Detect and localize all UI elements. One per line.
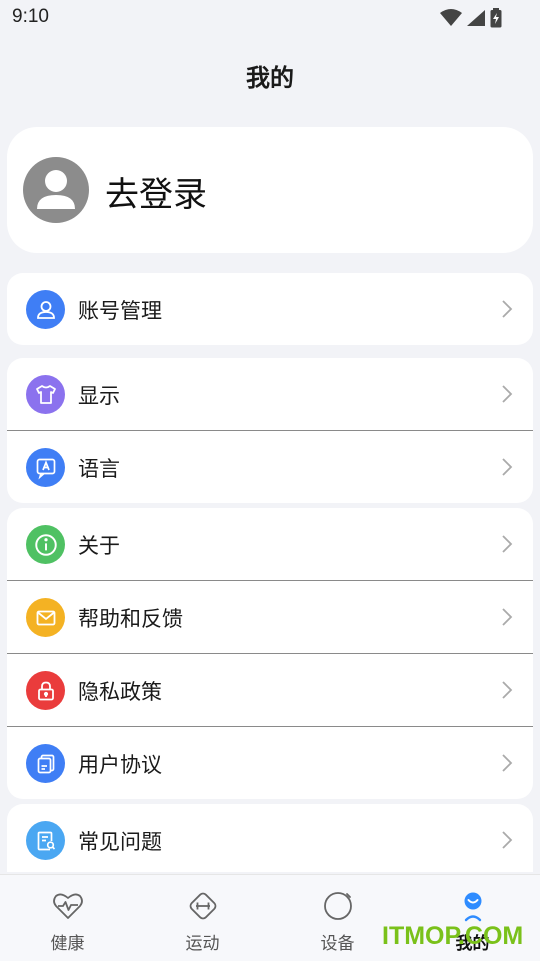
settings-group-faq: 常见问题 — [7, 804, 533, 872]
default-avatar-icon — [37, 170, 75, 209]
watermark-text: ITMOP.COM — [382, 922, 524, 950]
menu-item-display[interactable]: 显示 — [7, 358, 533, 430]
chevron-right-icon — [502, 681, 513, 699]
page-title: 我的 — [246, 64, 294, 92]
menu-item-privacy-policy[interactable]: 隐私政策 — [7, 653, 533, 726]
menu-item-about[interactable]: 关于 — [7, 508, 533, 580]
status-bar: 9:10 — [0, 0, 540, 36]
menu-item-label: 账号管理 — [78, 299, 162, 323]
chevron-right-icon — [502, 535, 513, 553]
menu-item-label: 语言 — [78, 457, 120, 481]
dumbbell-icon — [189, 892, 216, 920]
heart-icon — [52, 893, 83, 919]
document-icon — [26, 744, 65, 783]
chevron-right-icon — [502, 385, 513, 403]
mail-icon — [26, 598, 65, 637]
signal-icon — [467, 10, 485, 26]
menu-item-label: 隐私政策 — [78, 680, 162, 704]
menu-item-label: 显示 — [78, 384, 120, 408]
faq-icon — [26, 821, 65, 860]
tab-exercise[interactable]: 运动 — [135, 875, 270, 961]
settings-group-display: 显示 语言 — [7, 358, 533, 503]
person-icon — [26, 290, 65, 329]
login-card[interactable]: 去登录 — [7, 127, 533, 253]
status-icons — [440, 8, 502, 28]
tab-health[interactable]: 健康 — [0, 875, 135, 961]
menu-item-label: 帮助和反馈 — [78, 607, 183, 631]
chevron-right-icon — [502, 300, 513, 318]
status-time: 9:10 — [12, 6, 49, 27]
menu-item-label: 常见问题 — [78, 830, 162, 854]
settings-group-info: 关于 帮助和反馈 隐私政策 用户协议 — [7, 508, 533, 799]
avatar — [23, 157, 89, 223]
chevron-right-icon — [502, 608, 513, 626]
menu-item-user-agreement[interactable]: 用户协议 — [7, 726, 533, 799]
watch-icon — [323, 892, 352, 920]
chevron-right-icon — [502, 754, 513, 772]
info-icon — [26, 525, 65, 564]
chevron-right-icon — [502, 831, 513, 849]
battery-icon — [490, 8, 502, 28]
wifi-icon — [440, 9, 462, 26]
menu-item-label: 用户协议 — [78, 753, 162, 777]
menu-item-help-feedback[interactable]: 帮助和反馈 — [7, 580, 533, 653]
menu-item-language[interactable]: 语言 — [7, 430, 533, 503]
login-label: 去登录 — [105, 175, 207, 215]
settings-group-account: 账号管理 — [7, 273, 533, 345]
lock-icon — [26, 671, 65, 710]
menu-item-faq[interactable]: 常见问题 — [7, 804, 533, 872]
smile-icon — [464, 892, 481, 922]
chevron-right-icon — [502, 458, 513, 476]
tab-label: 运动 — [185, 934, 220, 954]
shirt-icon — [26, 375, 65, 414]
language-icon — [26, 448, 65, 487]
tab-label: 健康 — [50, 934, 85, 954]
menu-item-label: 关于 — [78, 534, 120, 558]
menu-item-account[interactable]: 账号管理 — [7, 273, 533, 345]
